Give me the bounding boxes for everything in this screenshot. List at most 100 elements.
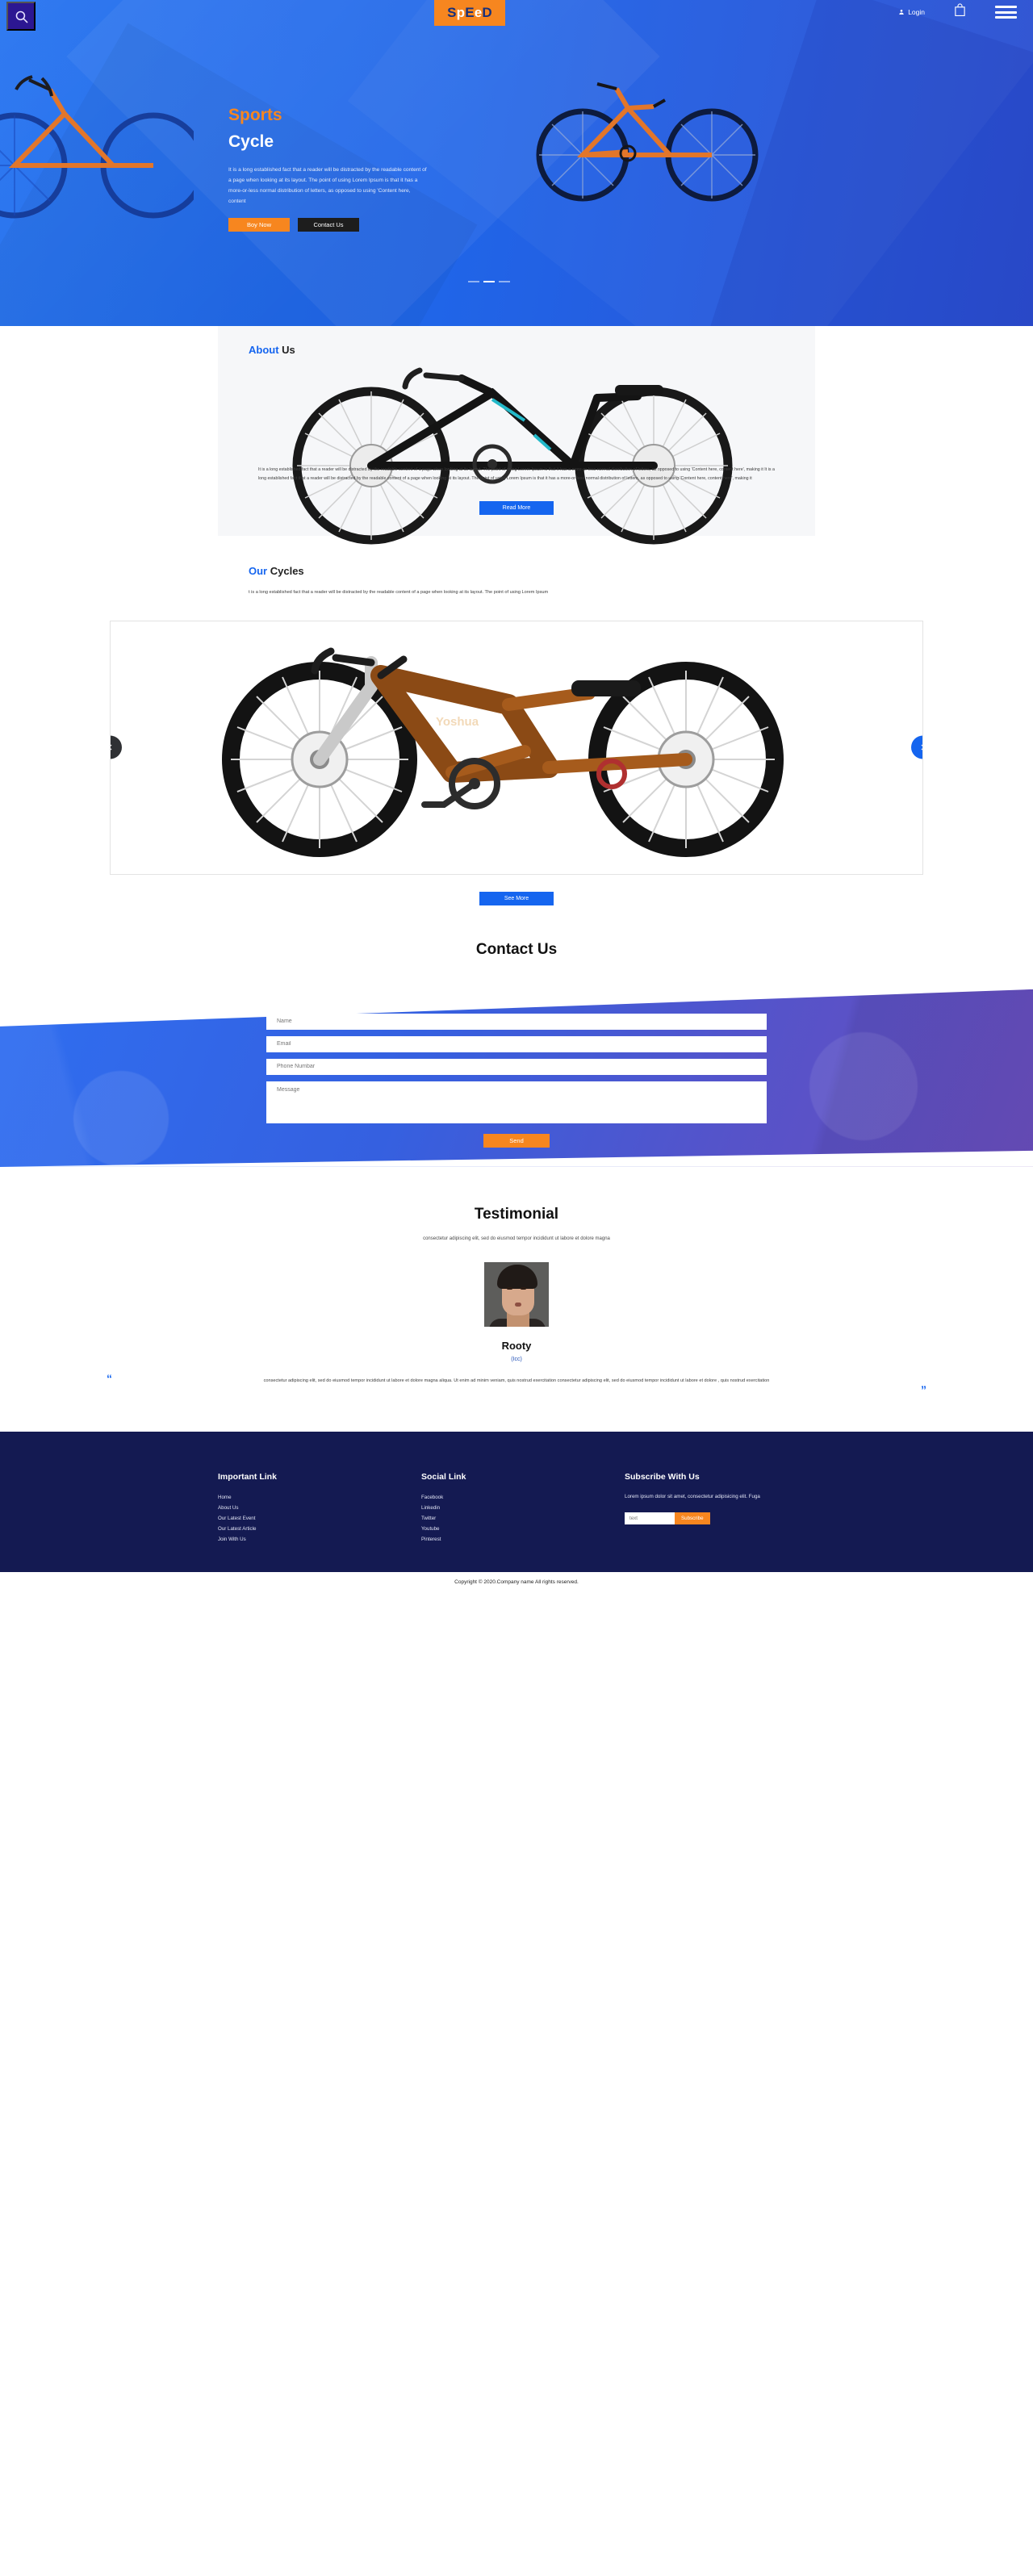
list-item[interactable]: Twitter [421, 1513, 625, 1524]
cycles-carousel: Yoshua [110, 620, 923, 875]
contact-section: Contact Us Send [0, 941, 1033, 1167]
site-logo[interactable]: SpEeD [434, 0, 505, 26]
carousel-prev-button[interactable] [111, 735, 122, 759]
avatar-hair [497, 1264, 537, 1289]
carousel-bike-seat [571, 680, 641, 697]
list-item[interactable]: Our Latest Event [218, 1513, 421, 1524]
login-button[interactable]: Login [898, 8, 925, 16]
top-navigation: Login [898, 3, 1017, 21]
footer-important-links: Important Link Home About Us Our Latest … [218, 1472, 421, 1545]
message-input[interactable] [266, 1081, 767, 1123]
hamburger-bar [995, 16, 1017, 19]
hero-copy: Sports Cycle It is a long established fa… [228, 105, 446, 232]
hero-carousel-dots [468, 281, 510, 282]
carousel-bike-image: Yoshua [222, 647, 784, 858]
footer-subscribe-title: Subscribe With Us [625, 1471, 700, 1482]
testimonial-avatar [484, 1261, 549, 1327]
shopping-bag-icon [955, 3, 965, 16]
hero-dot-3[interactable] [499, 281, 510, 282]
avatar-mouth [515, 1302, 521, 1307]
footer-columns: Important Link Home About Us Our Latest … [218, 1472, 815, 1545]
cycles-body-text: t is a long established fact that a read… [249, 589, 549, 595]
about-heading-wrap: About Us [218, 344, 815, 356]
testimonial-quote: consectetur adipiscing elit, sed do eius… [263, 1378, 770, 1383]
hamburger-bar [995, 6, 1017, 8]
buy-now-button[interactable]: Boy Now [228, 218, 290, 232]
testimonial-title: Testimonial [474, 1205, 559, 1223]
search-icon [15, 10, 27, 23]
footer-social-links-list: Facebook Linkedin Twitter Youtube Pinter… [421, 1492, 625, 1545]
read-more-button[interactable]: Read More [479, 500, 554, 515]
user-icon [899, 10, 904, 15]
login-label: Login [908, 8, 925, 16]
footer-subscribe: Subscribe With Us Lorem ipsum dolor sit … [625, 1472, 815, 1545]
cycles-heading: Our Cycles [249, 565, 815, 577]
menu-button[interactable] [995, 6, 1017, 19]
cycles-heading-wrap: Our Cycles t is a long established fact … [218, 565, 815, 597]
about-heading: About Us [249, 344, 815, 356]
avatar-eye-right [521, 1286, 526, 1290]
contact-us-button[interactable]: Contact Us [298, 218, 359, 232]
contact-title: Contact Us [475, 940, 558, 958]
list-item[interactable]: Youtube [421, 1524, 625, 1534]
quote-close-icon: ” [921, 1382, 926, 1396]
about-heading-accent: About [249, 344, 279, 356]
footer-social-links: Social Link Facebook Linkedin Twitter Yo… [421, 1472, 625, 1545]
bike-seat [615, 385, 663, 395]
svg-text:Yoshua: Yoshua [436, 715, 479, 729]
hero-title: Cycle [228, 132, 274, 152]
chevron-left-icon [111, 745, 112, 751]
hero-section: SpEeD Login Sports Cycle It is a long es… [0, 0, 1033, 326]
quote-open-icon: “ [107, 1371, 112, 1385]
avatar-eye-left [507, 1286, 512, 1290]
cycles-heading-rest: Cycles [267, 564, 304, 577]
footer-social-links-title: Social Link [421, 1471, 466, 1482]
testimonial-subtitle: consectetur adipiscing elit, sed do eius… [423, 1236, 610, 1241]
phone-input[interactable] [266, 1058, 767, 1075]
site-footer: Important Link Home About Us Our Latest … [0, 1431, 1033, 1572]
hero-dot-1[interactable] [468, 281, 479, 282]
cart-button[interactable] [954, 3, 966, 21]
hamburger-bar [995, 10, 1017, 14]
chevron-right-icon [921, 745, 922, 751]
hero-description: It is a long established fact that a rea… [228, 166, 427, 205]
contact-banner: Send [0, 989, 1033, 1167]
subscribe-button[interactable]: Subscribe [675, 1512, 710, 1525]
footer-important-links-list: Home About Us Our Latest Event Our Lates… [218, 1492, 421, 1545]
about-section: About Us It is a long established fact t… [0, 326, 1033, 545]
list-item[interactable]: Home [218, 1492, 421, 1503]
hero-actions: Boy Now Contact Us [228, 218, 446, 232]
our-cycles-section: Our Cycles t is a long established fact … [0, 535, 1033, 905]
list-item[interactable]: About Us [218, 1503, 421, 1513]
list-item[interactable]: Facebook [421, 1492, 625, 1503]
about-heading-rest: Us [278, 344, 295, 356]
list-item[interactable]: Pinterest [421, 1534, 625, 1545]
testimonial-name: Rooty [501, 1339, 532, 1352]
name-input[interactable] [266, 1013, 767, 1030]
footer-subscribe-description: Lorem ipsum dolor sit amet, consectetur … [625, 1493, 760, 1499]
logo-text: SpEeD [447, 5, 492, 20]
list-item[interactable]: Join With Us [218, 1534, 421, 1545]
about-body-text: It is a long established fact that a rea… [258, 467, 775, 481]
list-item[interactable]: Linkedin [421, 1503, 625, 1513]
send-button[interactable]: Send [483, 1133, 550, 1148]
contact-form: Send [266, 1013, 767, 1148]
subscribe-row: Subscribe [625, 1512, 815, 1525]
search-button[interactable] [6, 2, 36, 31]
subscribe-input[interactable] [625, 1512, 675, 1525]
list-item[interactable]: Our Latest Article [218, 1524, 421, 1534]
cycles-heading-accent: Our [249, 564, 268, 577]
about-bike-image [292, 367, 733, 545]
footer-important-links-title: Important Link [218, 1471, 277, 1482]
footer-copyright: Copyright © 2020.Company name All rights… [0, 1571, 1033, 1594]
about-bike-photo [218, 361, 815, 546]
hero-kicker: Sports [228, 106, 282, 124]
about-card: About Us It is a long established fact t… [218, 326, 815, 545]
carousel-next-button[interactable] [911, 735, 922, 759]
see-more-button[interactable]: See More [479, 891, 554, 905]
hero-dot-2[interactable] [483, 281, 495, 282]
testimonial-role: (Icc) [511, 1356, 522, 1362]
testimonial-quote-wrap: “ consectetur adipiscing elit, sed do ei… [107, 1372, 926, 1396]
email-input[interactable] [266, 1035, 767, 1052]
testimonial-section: Testimonial consectetur adipiscing elit,… [0, 1166, 1033, 1396]
